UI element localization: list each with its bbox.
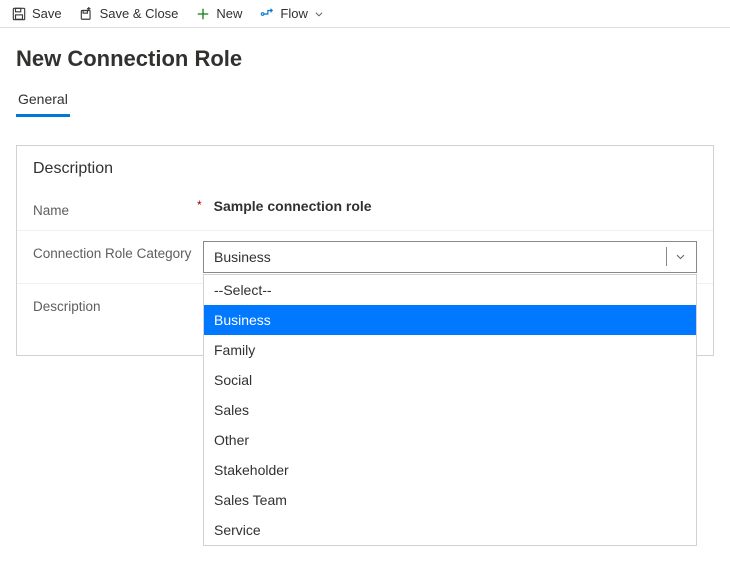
save-close-button[interactable]: Save & Close xyxy=(80,6,179,21)
page-header: New Connection Role General xyxy=(0,28,730,131)
save-close-icon xyxy=(80,7,94,21)
flow-icon xyxy=(260,7,274,21)
new-button[interactable]: New xyxy=(196,6,242,21)
dropdown-option-service[interactable]: Service xyxy=(204,515,696,545)
save-label: Save xyxy=(32,6,62,21)
save-icon xyxy=(12,7,26,21)
dropdown-option-stakeholder[interactable]: Stakeholder xyxy=(204,455,696,485)
tab-general[interactable]: General xyxy=(16,86,70,117)
chevron-down-icon xyxy=(666,247,692,266)
description-label: Description xyxy=(33,294,203,316)
save-button[interactable]: Save xyxy=(12,6,62,21)
section-title: Description xyxy=(17,156,713,188)
chevron-down-icon xyxy=(314,9,324,19)
dropdown-option-other[interactable]: Other xyxy=(204,425,696,455)
category-selected-value: Business xyxy=(214,249,271,265)
dropdown-option-business[interactable]: Business xyxy=(204,305,696,335)
new-label: New xyxy=(216,6,242,21)
category-row: Connection Role Category Business --Sele… xyxy=(17,231,713,284)
name-label: Name xyxy=(33,198,203,220)
dropdown-option-select[interactable]: --Select-- xyxy=(204,275,696,305)
category-dropdown-list: --Select-- Business Family Social Sales … xyxy=(203,274,697,546)
category-label: Connection Role Category xyxy=(33,241,203,263)
flow-label: Flow xyxy=(280,6,307,21)
dropdown-option-social[interactable]: Social xyxy=(204,365,696,395)
tab-strip: General xyxy=(16,86,714,117)
dropdown-option-sales[interactable]: Sales xyxy=(204,395,696,425)
category-select[interactable]: Business xyxy=(203,241,697,273)
command-bar: Save Save & Close New Flow xyxy=(0,0,730,28)
dropdown-option-salesteam[interactable]: Sales Team xyxy=(204,485,696,515)
name-row: Name * Sample connection role xyxy=(17,188,713,231)
flow-button[interactable]: Flow xyxy=(260,6,323,21)
category-dropdown: Business --Select-- Business Family Soci… xyxy=(203,241,697,273)
dropdown-option-family[interactable]: Family xyxy=(204,335,696,365)
description-section: Description Name * Sample connection rol… xyxy=(16,145,714,356)
name-value[interactable]: Sample connection role xyxy=(202,198,697,214)
page-title: New Connection Role xyxy=(16,46,714,72)
save-close-label: Save & Close xyxy=(100,6,179,21)
plus-icon xyxy=(196,7,210,21)
